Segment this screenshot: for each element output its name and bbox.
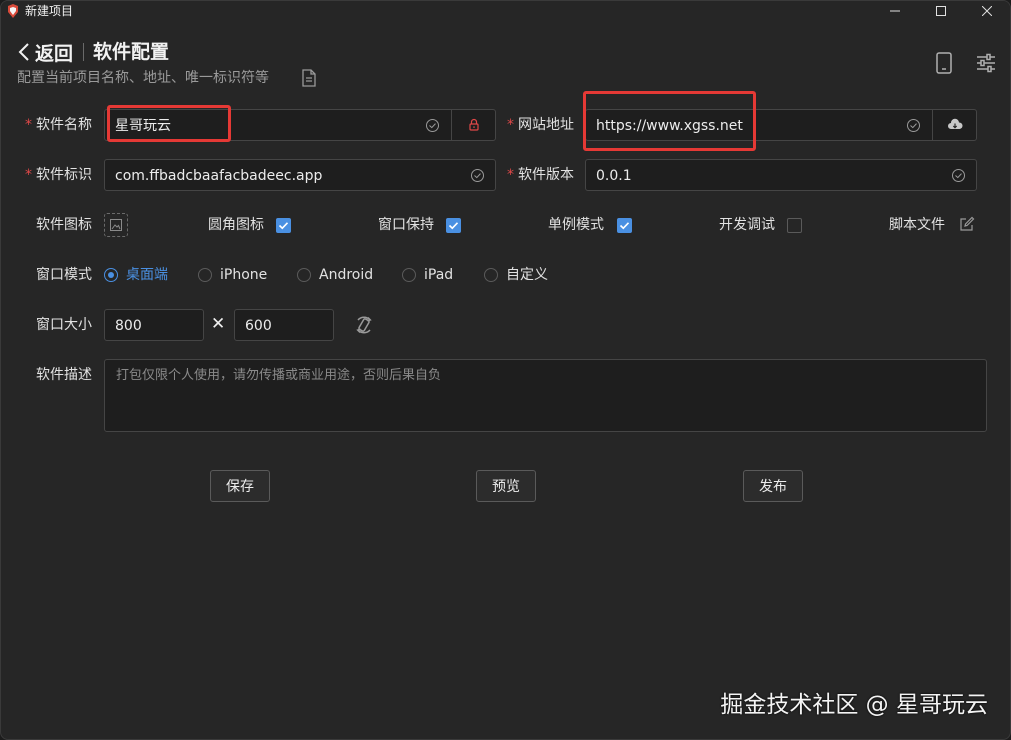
close-icon [982, 6, 992, 16]
url-label: * 网站地址 [507, 115, 574, 135]
checkmark-icon [278, 222, 289, 230]
radio-ipad[interactable] [402, 268, 416, 282]
watermark: 掘金技术社区 @ 星哥玩云 [720, 692, 988, 718]
radio-custom[interactable] [484, 268, 498, 282]
check-circle-icon [426, 119, 439, 132]
width-input-value[interactable]: 800 [115, 316, 142, 336]
back-button[interactable]: 返回 [17, 39, 73, 65]
url-label-text: 网站地址 [518, 117, 574, 133]
cloud-download-icon [948, 118, 963, 129]
window-mode-label: 窗口模式 [36, 267, 92, 283]
version-input-value[interactable]: 0.0.1 [596, 166, 632, 186]
edit-icon[interactable] [959, 216, 975, 232]
maximize-icon [936, 6, 946, 16]
maximize-button[interactable] [918, 1, 964, 21]
checkmark-icon [448, 222, 459, 230]
script-label: 脚本文件 [889, 217, 945, 233]
times-symbol: ✕ [211, 314, 226, 334]
required-mark: * [507, 117, 514, 133]
debug-checkbox[interactable] [787, 218, 802, 233]
id-label: * 软件标识 [25, 165, 92, 185]
version-field[interactable]: 0.0.1 [585, 159, 977, 191]
required-mark: * [25, 167, 32, 183]
window-size-label: 窗口大小 [36, 317, 92, 333]
app-logo-icon [8, 4, 18, 18]
radio-desktop-label[interactable]: 桌面端 [126, 265, 168, 285]
single-instance-checkbox[interactable] [617, 218, 632, 233]
mobile-preview-icon[interactable] [933, 51, 955, 75]
option-label: 开发调试 [719, 217, 775, 233]
minimize-icon [890, 10, 900, 12]
radio-ipad-label[interactable]: iPad [424, 265, 453, 285]
page-subtitle: 配置当前项目名称、地址、唯一标识符等 [17, 70, 269, 86]
option-label: 圆角图标 [208, 217, 264, 233]
required-mark: * [507, 167, 514, 183]
option-label: 窗口保持 [378, 217, 434, 233]
description-label: 软件描述 [36, 367, 92, 383]
radio-iphone-label[interactable]: iPhone [220, 265, 267, 285]
url-highlight-box [583, 91, 756, 151]
page-title: 软件配置 [93, 41, 170, 63]
lock-button[interactable] [452, 110, 496, 140]
preview-button[interactable]: 预览 [476, 470, 536, 502]
back-label: 返回 [35, 42, 74, 65]
icon-label: 软件图标 [36, 217, 92, 233]
width-input[interactable]: 800 [104, 309, 204, 341]
document-icon[interactable] [301, 69, 317, 87]
required-mark: * [25, 117, 32, 133]
window-title: 新建项目 [25, 4, 74, 18]
publish-button[interactable]: 发布 [743, 470, 803, 502]
icon-picker[interactable] [104, 213, 128, 237]
id-input-value[interactable]: com.ffbadcbaafacbadeec.app [115, 166, 322, 186]
radio-iphone[interactable] [198, 268, 212, 282]
id-label-text: 软件标识 [36, 167, 92, 183]
fetch-button[interactable] [933, 110, 977, 140]
height-input[interactable]: 600 [234, 309, 334, 341]
radio-android[interactable] [297, 268, 311, 282]
settings-sliders-icon[interactable] [975, 52, 997, 74]
title-bar: 新建项目 [1, 1, 1010, 21]
version-label-text: 软件版本 [518, 167, 574, 183]
lock-icon [469, 118, 479, 131]
check-circle-icon [952, 169, 965, 182]
check-circle-icon [907, 119, 920, 132]
option-label: 单例模式 [548, 217, 604, 233]
chevron-left-icon [18, 43, 29, 61]
minimize-button[interactable] [872, 1, 918, 21]
app-window: 新建项目 返回 软件配置 配置当前项目名称、地址、唯一标识符等 * 软件名称 星… [0, 0, 1011, 740]
header-divider [83, 43, 84, 61]
name-highlight-box [107, 105, 231, 142]
save-button[interactable]: 保存 [210, 470, 270, 502]
keep-window-checkbox[interactable] [446, 218, 461, 233]
name-label-text: 软件名称 [36, 117, 92, 133]
id-field[interactable]: com.ffbadcbaafacbadeec.app [104, 159, 496, 191]
radio-android-label[interactable]: Android [319, 265, 373, 285]
description-placeholder: 打包仅限个人使用，请勿传播或商业用途，否则后果自负 [116, 368, 442, 383]
image-placeholder-icon [110, 219, 122, 231]
version-label: * 软件版本 [507, 165, 574, 185]
radio-desktop[interactable] [104, 268, 118, 282]
height-input-value[interactable]: 600 [245, 316, 272, 336]
check-circle-icon [471, 169, 484, 182]
radio-custom-label[interactable]: 自定义 [506, 265, 548, 285]
description-textarea[interactable]: 打包仅限个人使用，请勿传播或商业用途，否则后果自负 [104, 359, 987, 432]
name-label: * 软件名称 [25, 115, 92, 135]
close-button[interactable] [964, 1, 1010, 21]
rotate-icon[interactable] [353, 314, 375, 336]
checkmark-icon [619, 222, 630, 230]
rounded-icon-checkbox[interactable] [276, 218, 291, 233]
